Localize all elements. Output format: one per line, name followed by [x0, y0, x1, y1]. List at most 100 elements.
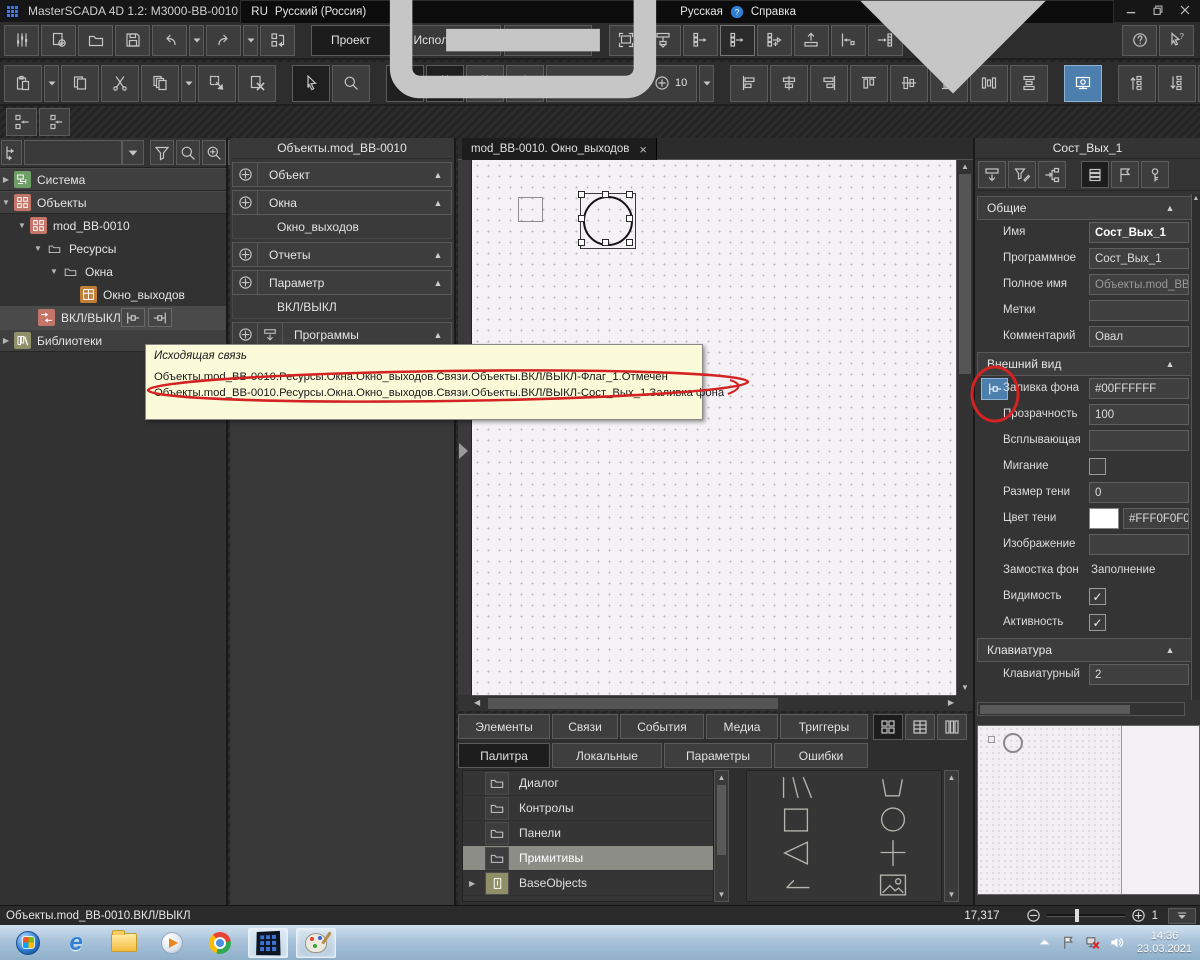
lang-name[interactable]: Русский (Россия): [275, 6, 366, 18]
prop-input[interactable]: [1089, 534, 1189, 555]
properties-hscrollbar[interactable]: [977, 702, 1185, 716]
chevron-down-icon[interactable]: ▼: [1, 198, 11, 207]
section-Окна[interactable]: Окна▲: [232, 190, 452, 215]
tree-item-mod_BB-0010[interactable]: ▼mod_BB-0010: [0, 214, 226, 237]
magnifier-button[interactable]: [176, 140, 200, 165]
taskbar-explorer-icon[interactable]: [104, 928, 144, 958]
delete-page-button[interactable]: [238, 65, 276, 102]
list-view-button[interactable]: [1081, 161, 1109, 188]
tab-Ошибки[interactable]: Ошибки: [774, 743, 868, 768]
collapse-down-button[interactable]: [978, 161, 1006, 188]
prop-input[interactable]: Овал: [1089, 326, 1189, 347]
selection-handle[interactable]: [626, 239, 633, 246]
tray-net-icon[interactable]: [1085, 935, 1100, 950]
taskbar-chrome-icon[interactable]: [200, 928, 240, 958]
gear-doc-button[interactable]: [41, 25, 76, 56]
collapse-arrow-icon[interactable]: ▲: [425, 330, 451, 340]
order-top-button[interactable]: [1118, 65, 1156, 102]
palette-shapes-scrollbar[interactable]: ▲▼: [944, 770, 959, 902]
zoom-in-icon[interactable]: [1131, 908, 1146, 923]
caret-down-button[interactable]: [243, 25, 258, 56]
palette-item-Диалог[interactable]: Диалог: [463, 771, 713, 796]
section-Отчеты[interactable]: Отчеты▲: [232, 242, 452, 267]
taskbar-clock[interactable]: 14:36 23.03.2021: [1137, 930, 1192, 956]
undo-button[interactable]: [152, 25, 187, 56]
caret-down-button[interactable]: [189, 25, 204, 56]
sync-project-button[interactable]: [260, 25, 295, 56]
selection-handle[interactable]: [602, 239, 609, 246]
prop-input[interactable]: [1089, 300, 1189, 321]
expand-plus-icon[interactable]: [233, 323, 258, 346]
taskbar-wmp-icon[interactable]: [152, 928, 192, 958]
prop-input[interactable]: #FFF0F0F0: [1123, 508, 1189, 529]
selection-handle[interactable]: [578, 215, 585, 222]
canvas-square-shape[interactable]: [518, 197, 543, 222]
view-grid-button[interactable]: [873, 714, 903, 740]
selection-handle[interactable]: [626, 215, 633, 222]
shape-cross[interactable]: [871, 838, 915, 867]
cursor-button[interactable]: [292, 65, 330, 102]
zoom-slider[interactable]: [1047, 914, 1125, 917]
section-Параметр[interactable]: Параметр▲: [232, 270, 452, 295]
order-bottom-button[interactable]: [1158, 65, 1196, 102]
collapse-arrow-icon[interactable]: ▲: [1157, 645, 1183, 655]
taskbar-scada-icon[interactable]: [248, 928, 288, 958]
selection-handle[interactable]: [578, 191, 585, 198]
restore-button[interactable]: [1144, 0, 1171, 19]
shape-square[interactable]: [774, 805, 818, 834]
prop-section-Клавиатура[interactable]: Клавиатура▲: [977, 638, 1193, 662]
shape-triangle[interactable]: [774, 838, 818, 867]
collapse-all-icon[interactable]: [258, 323, 283, 346]
tree-search-dropdown[interactable]: [122, 140, 144, 165]
shape-image[interactable]: [871, 870, 915, 899]
shape-circle[interactable]: [871, 805, 915, 834]
prop-checkbox[interactable]: ✓: [1089, 614, 1106, 631]
collapse-arrow-icon[interactable]: ▲: [425, 250, 451, 260]
minimize-button[interactable]: [1117, 0, 1144, 19]
palette-item-BaseObjects[interactable]: ▶BaseObjects: [463, 871, 713, 896]
prop-input[interactable]: Сост_Вых_1: [1089, 222, 1189, 243]
tree-out-plus-button[interactable]: [757, 25, 792, 56]
prop-checkbox[interactable]: ✓: [1089, 588, 1106, 605]
collapse-arrow-icon[interactable]: ▲: [425, 278, 451, 288]
magnifier-button[interactable]: [332, 65, 370, 102]
folder-open-button[interactable]: [78, 25, 113, 56]
key-button[interactable]: [1141, 161, 1169, 188]
expand-plus-icon[interactable]: [233, 243, 258, 266]
tab-Триггеры[interactable]: Триггеры: [780, 714, 868, 739]
tab-Элементы[interactable]: Элементы: [458, 714, 550, 739]
accordion-item-ВКЛ/ВЫКЛ[interactable]: ВКЛ/ВЫКЛ: [232, 295, 452, 319]
tab-Связи[interactable]: Связи: [552, 714, 618, 739]
zoom-out-icon[interactable]: [1026, 908, 1041, 923]
collapse-arrow-icon[interactable]: ▲: [1157, 359, 1183, 369]
palette-item-Панели[interactable]: Панели: [463, 821, 713, 846]
palette-list-scrollbar[interactable]: ▲▼: [714, 770, 729, 902]
palette-item-Контролы[interactable]: Контролы: [463, 796, 713, 821]
tree-item-Система[interactable]: ▶Система: [0, 168, 226, 191]
magnifier-plus-button[interactable]: [202, 140, 226, 165]
section-Объект[interactable]: Объект▲: [232, 162, 452, 187]
prop-checkbox[interactable]: [1089, 458, 1106, 475]
tree-toggle-button[interactable]: [1, 140, 22, 165]
collapse-arrow-icon[interactable]: ▲: [1157, 203, 1183, 213]
canvas-vertical-scrollbar[interactable]: ▲ ▼: [956, 160, 973, 695]
paste-button[interactable]: [4, 65, 42, 102]
redo-button[interactable]: [206, 25, 241, 56]
taskbar-paint-icon[interactable]: [296, 928, 336, 958]
copy-button[interactable]: [61, 65, 99, 102]
link-in-a-button[interactable]: [6, 108, 37, 136]
palette-item-Примитивы[interactable]: Примитивы: [463, 846, 713, 871]
prop-input[interactable]: #00FFFFFF: [1089, 378, 1189, 399]
tree-item-Окна[interactable]: ▼Окна: [0, 260, 226, 283]
chevron-right-icon[interactable]: ▶: [469, 879, 475, 888]
prop-input[interactable]: Объекты.mod_BB: [1089, 274, 1189, 295]
cut-button[interactable]: [101, 65, 139, 102]
tree-item-Ресурсы[interactable]: ▼Ресурсы: [0, 237, 226, 260]
shape-lines[interactable]: [774, 773, 818, 802]
accordion-item-Окно_выходов[interactable]: Окно_выходов: [232, 215, 452, 239]
prop-input[interactable]: Сост_Вых_1: [1089, 248, 1189, 269]
expand-plus-icon[interactable]: [233, 163, 258, 186]
tray-sound-icon[interactable]: [1109, 935, 1124, 950]
tab-События[interactable]: События: [620, 714, 704, 739]
funnel-button[interactable]: [150, 140, 174, 165]
